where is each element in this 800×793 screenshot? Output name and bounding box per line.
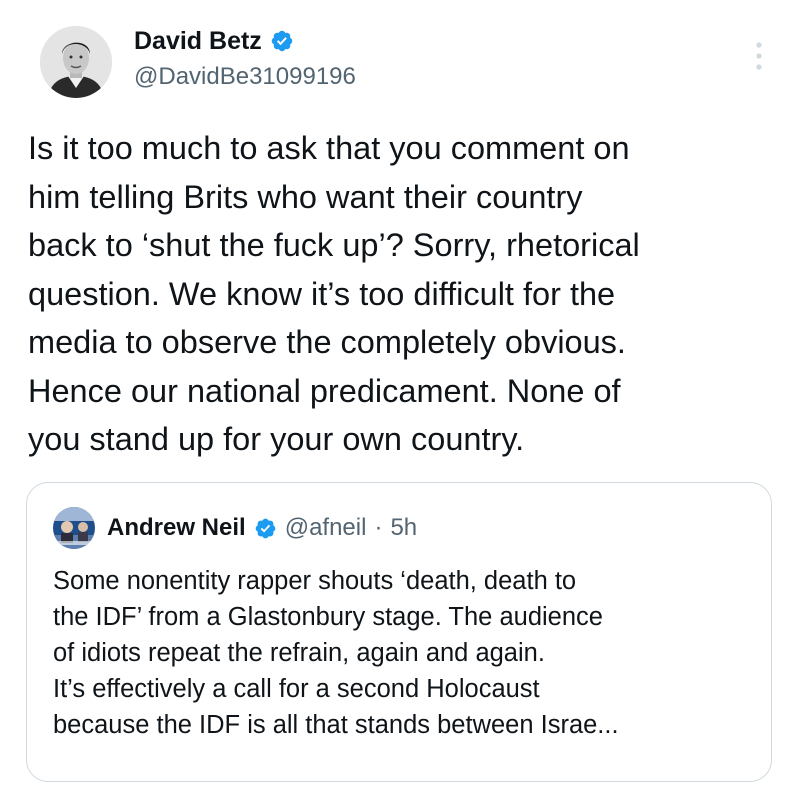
quoted-tweet-header: Andrew Neil @afneil · 5h xyxy=(53,507,417,549)
separator-dot: · xyxy=(374,514,383,541)
quoted-author-name[interactable]: Andrew Neil xyxy=(107,514,246,542)
person-portrait-avatar-icon xyxy=(40,26,112,98)
vertical-ellipsis-icon[interactable] xyxy=(750,40,768,72)
quoted-author-avatar[interactable] xyxy=(53,507,95,549)
tweet-text: Is it too much to ask that you comment o… xyxy=(28,130,640,457)
quoted-timestamp[interactable]: 5h xyxy=(390,514,417,542)
quoted-tweet-text: Some nonentity rapper shouts ‘death, dea… xyxy=(53,567,619,739)
verified-badge-icon xyxy=(271,30,293,52)
author-handle[interactable]: @DavidBe31099196 xyxy=(134,62,356,92)
tv-studio-avatar-icon xyxy=(53,507,95,549)
quoted-tweet-card[interactable]: Andrew Neil @afneil · 5h Some nonentity … xyxy=(26,482,772,782)
quoted-author-handle[interactable]: @afneil xyxy=(285,514,367,542)
quoted-verified-badge-icon xyxy=(255,518,276,538)
author-name[interactable]: David Betz xyxy=(134,26,262,56)
author-avatar[interactable] xyxy=(40,26,112,98)
